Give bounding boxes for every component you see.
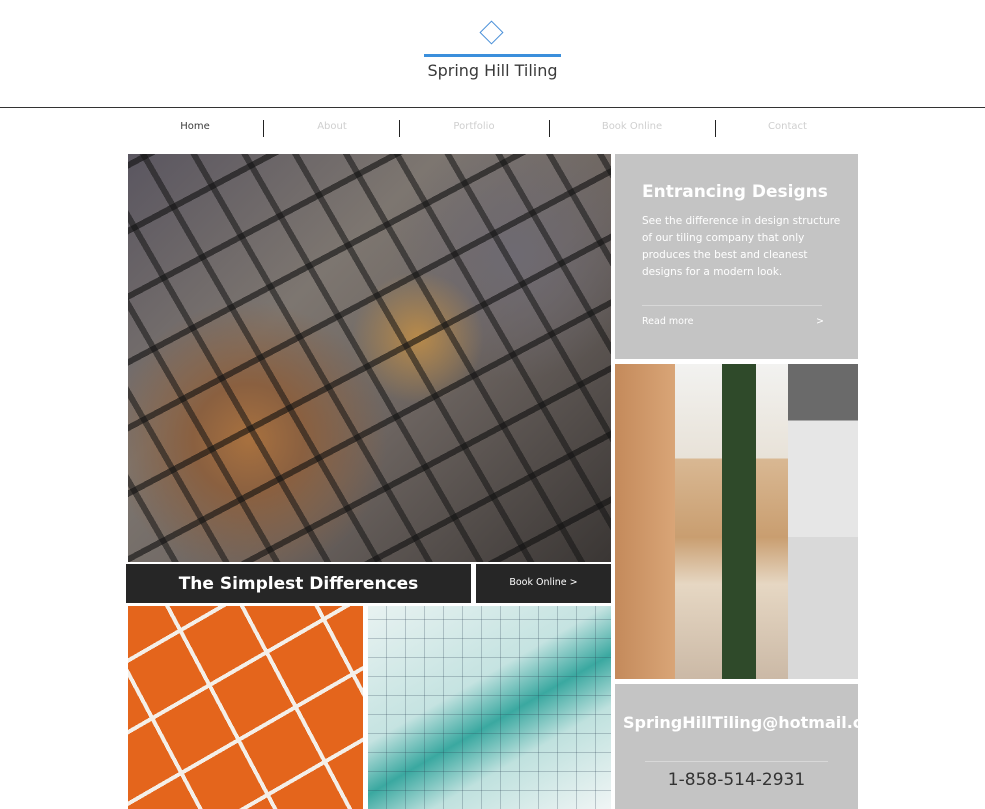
orange-tiles-photo (128, 606, 363, 809)
slate-tiles-photo (128, 154, 611, 562)
logo-accent-bar (424, 54, 561, 57)
contact-phone[interactable]: 1-858-514-2931 (615, 770, 858, 790)
contact-email[interactable]: SpringHillTiling@hotmail.com (623, 712, 890, 733)
nav-divider (263, 120, 264, 137)
kitchen-photo (615, 364, 858, 679)
blueprint-photo (368, 606, 611, 809)
nav-home[interactable]: Home (128, 118, 262, 138)
book-online-label: Book Online > (509, 577, 578, 588)
read-more-link[interactable]: Read more (642, 316, 694, 327)
nav-divider (715, 120, 716, 137)
feature-body: See the difference in design structure o… (642, 215, 841, 278)
nav-divider (549, 120, 550, 137)
main-nav: Home About Portfolio Book Online Contact (128, 118, 858, 138)
book-online-button[interactable]: Book Online > (476, 564, 611, 603)
nav-about[interactable]: About (265, 118, 399, 138)
feature-panel: Entrancing Designs See the difference in… (615, 154, 858, 359)
diamond-logo-icon[interactable] (479, 20, 504, 45)
nav-book-online[interactable]: Book Online (551, 118, 713, 138)
contact-panel: SpringHillTiling@hotmail.com 1-858-514-2… (615, 684, 890, 809)
tagline-banner: The Simplest Differences (126, 564, 471, 603)
site-header: Spring Hill Tiling (0, 0, 985, 108)
nav-contact[interactable]: Contact (717, 118, 858, 138)
tagline-text: The Simplest Differences (178, 574, 419, 594)
site-title[interactable]: Spring Hill Tiling (400, 61, 585, 80)
nav-portfolio[interactable]: Portfolio (401, 118, 547, 138)
contact-divider (645, 761, 828, 762)
read-more-arrow-icon[interactable]: > (816, 316, 824, 327)
feature-divider (642, 305, 822, 306)
nav-divider (399, 120, 400, 137)
feature-heading: Entrancing Designs (642, 182, 828, 202)
